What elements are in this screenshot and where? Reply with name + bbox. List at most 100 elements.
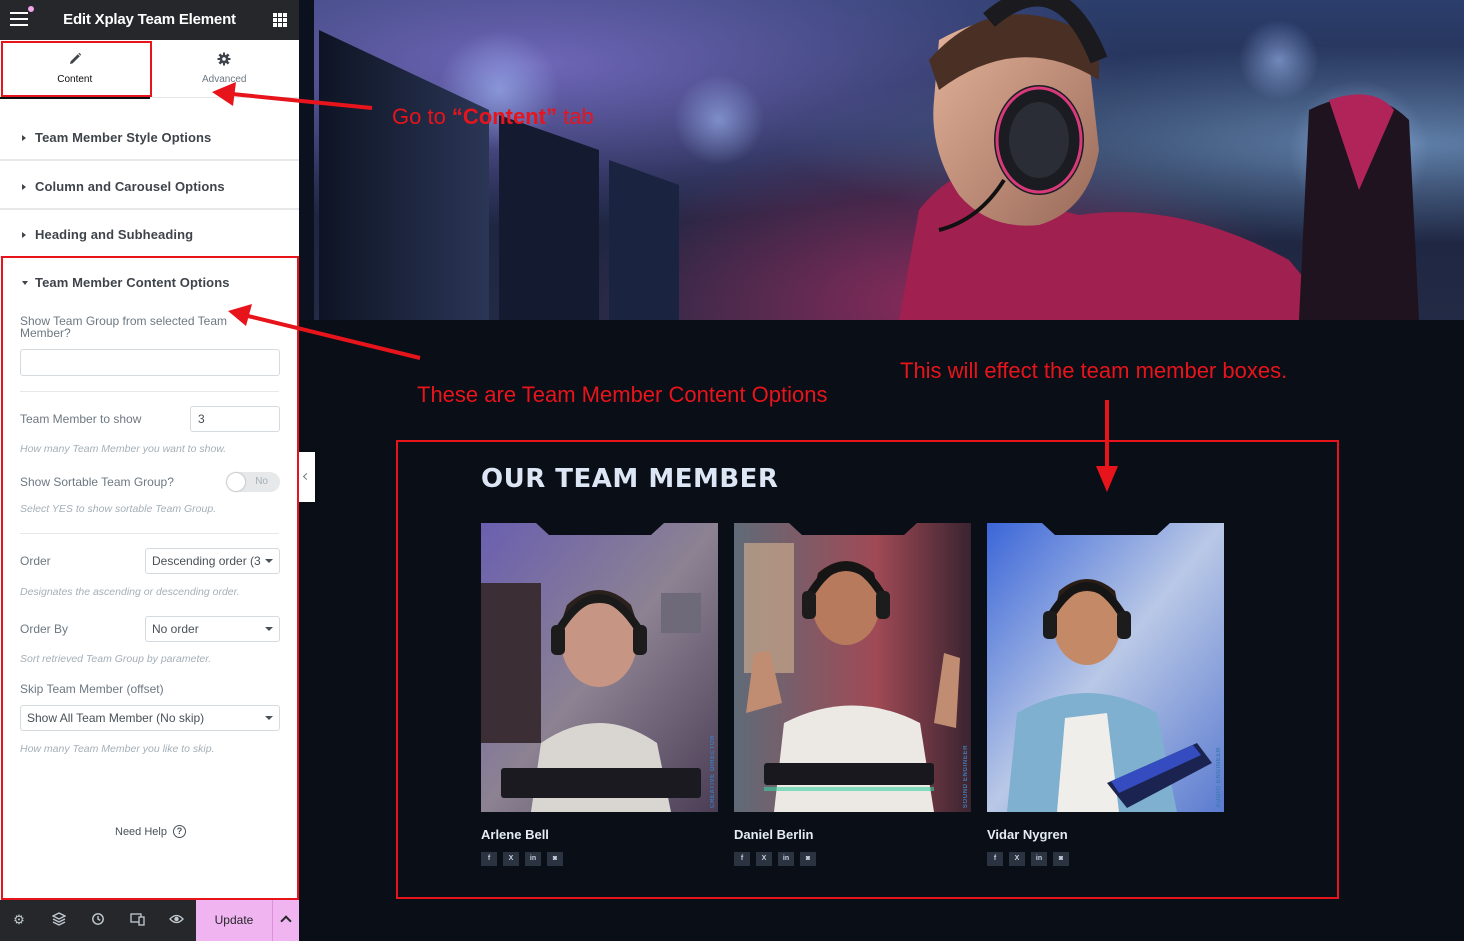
linkedin-icon[interactable]: in — [778, 852, 794, 866]
annotation-quoted-tab: “Content” — [451, 104, 558, 129]
member-photo-illustration — [734, 523, 971, 812]
divider — [20, 391, 279, 392]
editor-title: Edit Xplay Team Element — [63, 11, 236, 28]
editor-footer: ⚙ Update — [0, 900, 299, 941]
member-role: CREATIVE DIRECTOR — [710, 735, 716, 808]
annotation-prefix: Go to — [392, 104, 452, 129]
annotation-content-options: These are Team Member Content Options — [417, 382, 828, 407]
show-group-input[interactable] — [20, 349, 280, 376]
section-label: Team Member Content Options — [35, 275, 230, 290]
hero-image — [299, 0, 1464, 320]
order-select-value: Descending order (3 — [152, 554, 261, 568]
x-twitter-icon[interactable]: X — [503, 852, 519, 866]
member-name: Daniel Berlin — [734, 827, 814, 842]
members-to-show-label: Team Member to show — [20, 412, 142, 426]
chevron-down-icon — [265, 559, 273, 563]
annotation-team-boxes: This will effect the team member boxes. — [900, 358, 1288, 383]
team-member-card[interactable]: AUDIO ENGINEER Vidar Nygren f X in ◙ — [987, 523, 1224, 866]
member-photo-illustration — [481, 523, 718, 812]
section-label: Column and Carousel Options — [35, 179, 225, 194]
instagram-icon[interactable]: ◙ — [800, 852, 816, 866]
annotation-go-to-content: Go to “Content” tab — [392, 104, 594, 130]
editor-tabs: Content Advanced — [0, 40, 300, 99]
gear-icon — [150, 52, 300, 68]
order-by-label: Order By — [20, 622, 69, 636]
settings-gear-icon[interactable]: ⚙ — [11, 912, 27, 928]
x-twitter-icon[interactable]: X — [756, 852, 772, 866]
linkedin-icon[interactable]: in — [525, 852, 541, 866]
social-links: f X in ◙ — [481, 852, 563, 866]
linkedin-icon[interactable]: in — [1031, 852, 1047, 866]
instagram-icon[interactable]: ◙ — [547, 852, 563, 866]
caret-down-icon — [22, 281, 28, 285]
sortable-label: Show Sortable Team Group? — [20, 475, 174, 489]
caret-right-icon — [22, 184, 26, 190]
skip-label: Skip Team Member (offset) — [20, 682, 164, 696]
panel-collapse-button[interactable] — [299, 452, 315, 502]
facebook-icon[interactable]: f — [734, 852, 750, 866]
members-to-show-input[interactable]: 3 — [190, 406, 280, 432]
chevron-down-icon — [265, 627, 273, 631]
pencil-icon — [0, 52, 150, 68]
team-section-heading: OUR TEAM MEMBER — [481, 464, 779, 494]
facebook-icon[interactable]: f — [481, 852, 497, 866]
social-links: f X in ◙ — [987, 852, 1069, 866]
social-links: f X in ◙ — [734, 852, 816, 866]
member-name: Vidar Nygren — [987, 827, 1068, 842]
layers-icon[interactable] — [51, 912, 67, 928]
chevron-up-icon — [280, 915, 292, 927]
order-desc: Designates the ascending or descending o… — [20, 586, 240, 598]
order-by-select[interactable]: No order — [145, 616, 280, 642]
order-select[interactable]: Descending order (3 — [145, 548, 280, 574]
member-name: Arlene Bell — [481, 827, 549, 842]
skip-select-value: Show All Team Member (No skip) — [27, 711, 205, 725]
member-photo: AUDIO ENGINEER — [987, 523, 1224, 812]
member-photo-illustration — [987, 523, 1224, 812]
facebook-icon[interactable]: f — [987, 852, 1003, 866]
section-team-member-style[interactable]: Team Member Style Options — [0, 113, 299, 161]
members-to-show-desc: How many Team Member you want to show. — [20, 443, 227, 455]
update-options-button[interactable] — [272, 900, 299, 941]
chevron-down-icon — [265, 716, 273, 720]
widgets-grid-icon[interactable] — [273, 13, 287, 27]
chevron-left-icon — [302, 472, 311, 481]
caret-right-icon — [22, 135, 26, 141]
order-by-desc: Sort retrieved Team Group by parameter. — [20, 653, 212, 665]
show-group-label: Show Team Group from selected Team Membe… — [20, 314, 227, 340]
eye-icon[interactable] — [168, 912, 184, 928]
order-by-select-value: No order — [152, 622, 199, 636]
history-icon[interactable] — [90, 912, 106, 928]
sortable-toggle[interactable]: No — [226, 472, 280, 492]
section-heading-subheading[interactable]: Heading and Subheading — [0, 210, 299, 258]
gamer-hero-illustration — [299, 0, 1429, 320]
need-help-label: Need Help — [115, 825, 167, 838]
section-label: Team Member Style Options — [35, 130, 212, 145]
team-member-card[interactable]: SOUND ENGINEER Daniel Berlin f X in ◙ — [734, 523, 971, 866]
member-photo: SOUND ENGINEER — [734, 523, 971, 812]
x-twitter-icon[interactable]: X — [1009, 852, 1025, 866]
member-role: SOUND ENGINEER — [963, 744, 969, 808]
editor-panel: Edit Xplay Team Element Content Advanced… — [0, 0, 299, 941]
tab-advanced[interactable]: Advanced — [150, 40, 300, 98]
section-team-member-content[interactable]: Team Member Content Options — [0, 258, 299, 306]
editor-header: Edit Xplay Team Element — [0, 0, 299, 40]
team-member-card[interactable]: CREATIVE DIRECTOR Arlene Bell f X in ◙ — [481, 523, 718, 866]
sortable-desc: Select YES to show sortable Team Group. — [20, 503, 217, 515]
member-role: AUDIO ENGINEER — [1216, 747, 1222, 808]
section-label: Heading and Subheading — [35, 227, 194, 242]
section-column-carousel[interactable]: Column and Carousel Options — [0, 162, 299, 210]
update-button[interactable]: Update — [196, 900, 272, 941]
tab-content[interactable]: Content — [0, 40, 150, 99]
tab-content-label: Content — [57, 74, 93, 85]
skip-desc: How many Team Member you like to skip. — [20, 743, 215, 755]
responsive-mode-icon[interactable] — [129, 912, 145, 928]
toggle-knob — [227, 473, 245, 491]
caret-right-icon — [22, 232, 26, 238]
tab-advanced-label: Advanced — [202, 74, 247, 85]
order-label: Order — [20, 554, 51, 568]
annotation-suffix: tab — [557, 104, 594, 129]
need-help-link[interactable]: Need Help ? — [115, 825, 186, 838]
instagram-icon[interactable]: ◙ — [1053, 852, 1069, 866]
skip-select[interactable]: Show All Team Member (No skip) — [20, 705, 280, 731]
member-photo: CREATIVE DIRECTOR — [481, 523, 718, 812]
